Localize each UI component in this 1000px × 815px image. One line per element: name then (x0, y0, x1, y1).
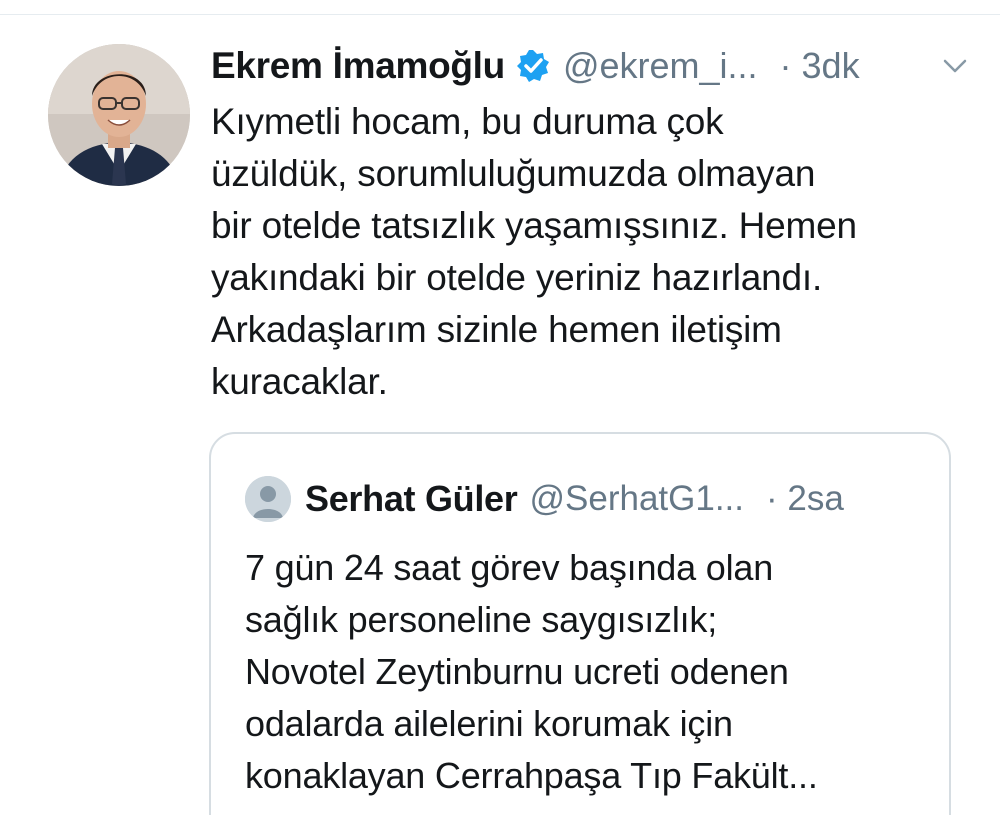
default-avatar-icon[interactable] (245, 476, 291, 522)
author-avatar[interactable] (48, 44, 190, 186)
chevron-down-icon[interactable] (939, 52, 971, 80)
quoted-tweet-time[interactable]: · 2sa (766, 479, 844, 519)
quoted-author-name[interactable]: Serhat Güler (305, 478, 518, 520)
author-photo (48, 44, 190, 186)
quoted-tweet-text: 7 gün 24 saat görev başında olan sağlık … (245, 547, 818, 796)
quoted-author-handle[interactable]: @SerhatG1... (529, 479, 744, 519)
tweet-text: Kıymetli hocam, bu duruma çok üzüldük, s… (211, 101, 857, 402)
author-name[interactable]: Ekrem İmamoğlu (211, 45, 505, 87)
tweet-page: Ekrem İmamoğlu @ekrem_i... · 3dk Kıymetl… (0, 0, 1000, 815)
tweet-header: Ekrem İmamoğlu @ekrem_i... · 3dk (211, 40, 971, 92)
verified-badge-icon (515, 48, 551, 84)
quoted-tweet-header: Serhat Güler @SerhatG1... · 2sa (245, 474, 925, 524)
top-divider (0, 14, 1000, 15)
tweet-time[interactable]: · 3dk (780, 45, 860, 87)
author-handle[interactable]: @ekrem_i... (563, 45, 758, 87)
quoted-tweet-card[interactable]: Serhat Güler @SerhatG1... · 2sa 7 gün 24… (209, 432, 951, 815)
